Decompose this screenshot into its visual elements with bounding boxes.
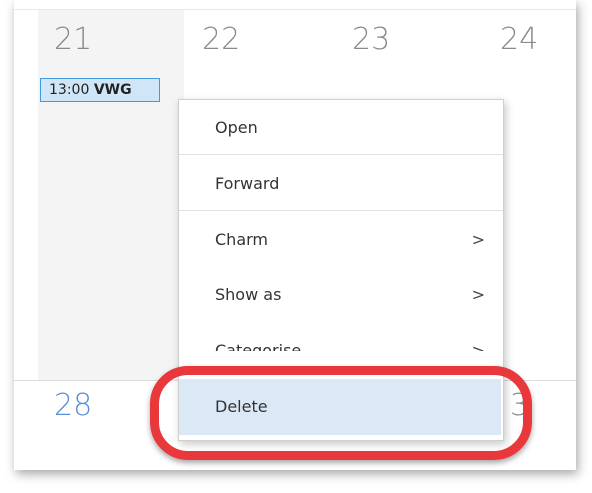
chevron-right-icon: > xyxy=(471,285,485,304)
menu-item-charm[interactable]: Charm > xyxy=(179,212,503,267)
menu-item-forward[interactable]: Forward xyxy=(179,156,503,211)
calendar-top-border xyxy=(14,0,576,10)
event-time: 13:00 xyxy=(49,82,90,98)
menu-item-label: Open xyxy=(215,118,258,137)
menu-item-label: Delete xyxy=(215,397,268,416)
menu-item-categorise[interactable]: Categorise > xyxy=(179,323,503,351)
menu-item-label: Forward xyxy=(215,174,280,193)
context-menu: Open Forward Charm > Show as > Categoris… xyxy=(178,99,504,441)
chevron-right-icon: > xyxy=(471,230,485,249)
day-number-24[interactable]: 24 xyxy=(500,22,538,57)
day-number-28[interactable]: 28 xyxy=(54,388,92,423)
calendar-frame: 21 22 23 24 13:00 VWG 28 3 Open Forward … xyxy=(14,0,576,470)
menu-item-label: Show as xyxy=(215,285,282,304)
day-number-22[interactable]: 22 xyxy=(202,22,240,57)
chevron-right-icon: > xyxy=(471,341,485,351)
menu-item-label: Charm xyxy=(215,230,268,249)
menu-item-open[interactable]: Open xyxy=(179,100,503,155)
menu-item-delete[interactable]: Delete xyxy=(179,379,501,435)
menu-item-show-as[interactable]: Show as > xyxy=(179,267,503,322)
menu-item-label: Categorise xyxy=(215,341,302,351)
event-title: VWG xyxy=(93,82,132,98)
calendar-event[interactable]: 13:00 VWG xyxy=(40,78,160,102)
day-number-partial[interactable]: 3 xyxy=(510,388,529,423)
day-column-selected[interactable] xyxy=(38,10,184,380)
day-number-21[interactable]: 21 xyxy=(54,22,92,57)
day-number-23[interactable]: 23 xyxy=(352,22,390,57)
